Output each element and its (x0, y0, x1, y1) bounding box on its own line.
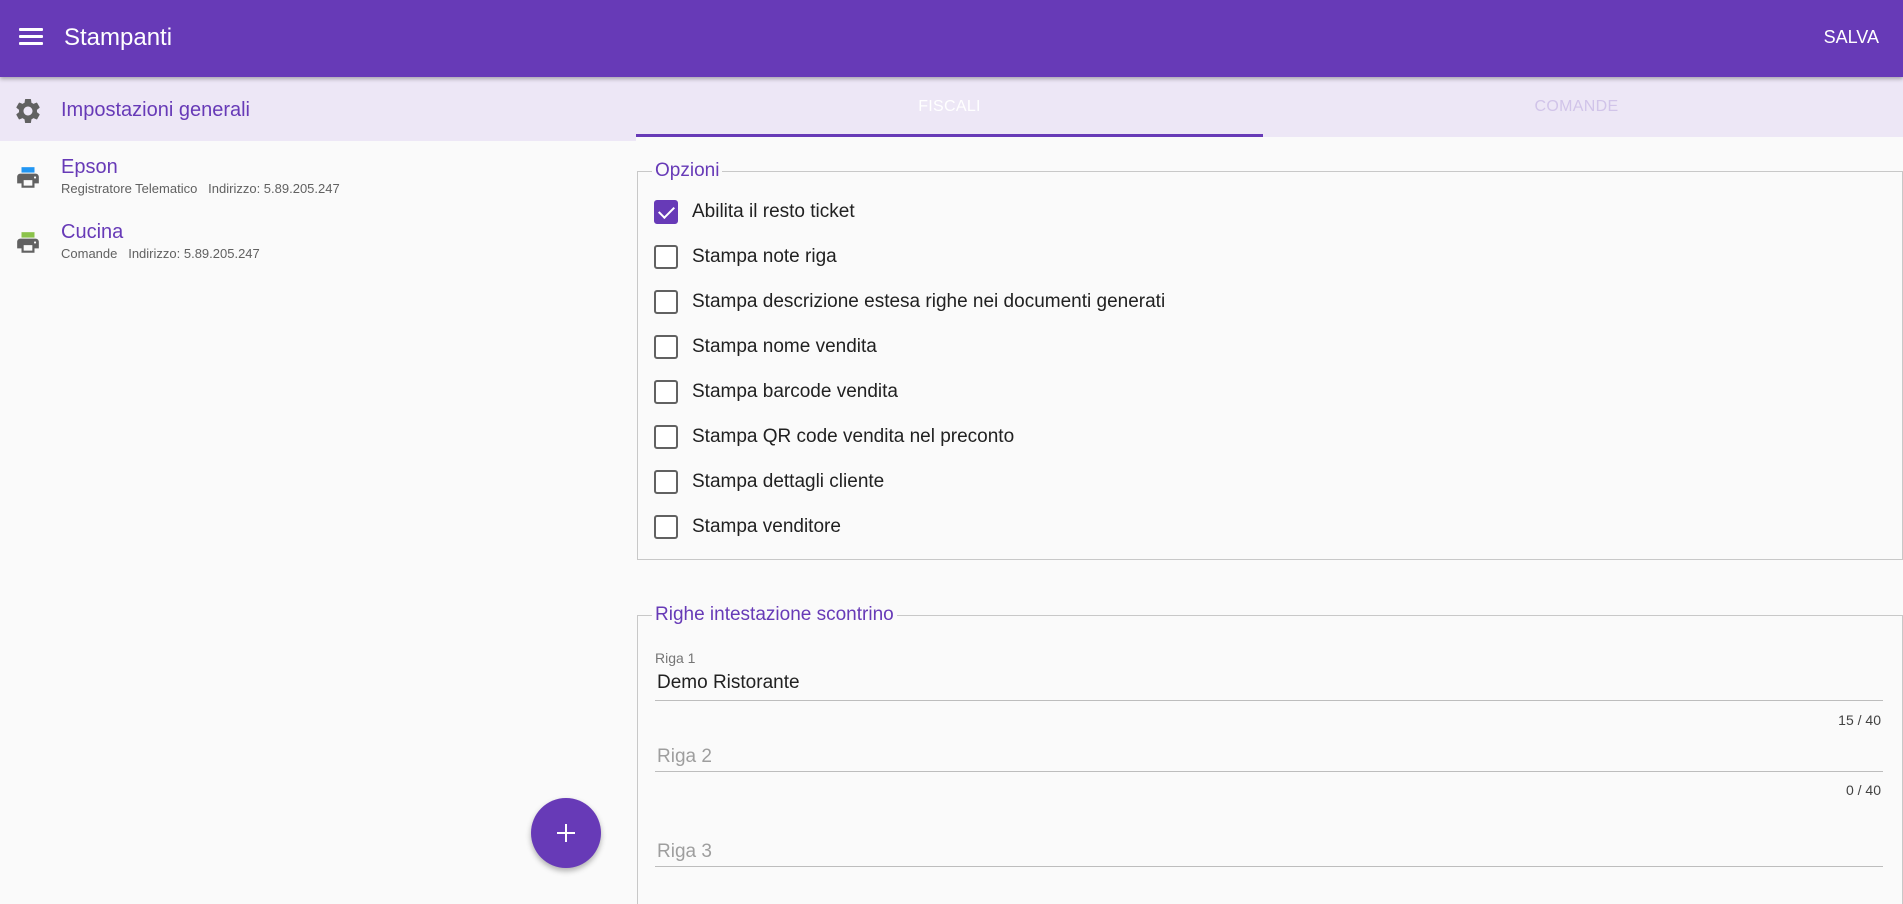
header-lines-group: Righe intestazione scontrino Riga 1 Demo… (637, 604, 1903, 904)
header-line-1-input[interactable]: Demo Ristorante (657, 672, 1877, 694)
checkbox-unchecked[interactable] (654, 290, 678, 314)
header-line-3-input[interactable]: Riga 3 (657, 841, 712, 863)
option-label: Stampa dettagli cliente (692, 471, 885, 492)
option-checkbox-row[interactable]: Stampa venditore (654, 507, 1754, 547)
options-legend: Opzioni (655, 160, 720, 181)
checkbox-unchecked[interactable] (654, 245, 678, 269)
header-line-1-field: Riga 1 Demo Ristorante 15 / 40 (655, 650, 1883, 730)
tab-indicator (636, 134, 1263, 137)
option-label: Stampa venditore (692, 516, 841, 537)
checkbox-unchecked[interactable] (654, 425, 678, 449)
checkbox-unchecked[interactable] (654, 515, 678, 539)
checkbox-unchecked[interactable] (654, 470, 678, 494)
checkbox-checked[interactable] (654, 200, 678, 224)
printer-icon (17, 167, 39, 188)
header-line-3-field: Riga 3 (655, 841, 1883, 901)
printer-details: Comande Indirizzo: 5.89.205.247 (61, 246, 260, 262)
sidebar-item-general-settings[interactable]: Impostazioni generali (0, 77, 636, 141)
printer-item-cucina[interactable]: Cucina Comande Indirizzo: 5.89.205.247 (0, 212, 636, 274)
printer-details: Registratore Telematico Indirizzo: 5.89.… (61, 181, 340, 197)
option-label: Stampa nome vendita (692, 336, 877, 357)
printer-item-epson[interactable]: Epson Registratore Telematico Indirizzo:… (0, 147, 636, 209)
char-counter: 0 / 40 (1845, 782, 1881, 798)
printer-address: Indirizzo: 5.89.205.247 (208, 181, 340, 196)
gear-icon (16, 99, 40, 123)
option-checkbox-row[interactable]: Stampa descrizione estesa righe nei docu… (654, 282, 1754, 322)
header-line-2-input[interactable]: Riga 2 (657, 746, 712, 768)
option-label: Stampa barcode vendita (692, 381, 898, 402)
printer-address: Indirizzo: 5.89.205.247 (128, 246, 260, 261)
option-checkbox-row[interactable]: Stampa barcode vendita (654, 372, 1754, 412)
header-lines-legend: Righe intestazione scontrino (655, 604, 894, 625)
option-checkbox-row[interactable]: Stampa dettagli cliente (654, 462, 1754, 502)
printer-name: Cucina (61, 221, 124, 243)
sidebar: Impostazioni generali Epson Registratore… (0, 77, 636, 885)
option-checkbox-row[interactable]: Stampa nome vendita (654, 327, 1754, 367)
field-underline (655, 771, 1883, 772)
tab-bar: FISCALI COMANDE (636, 77, 1903, 137)
option-label: Stampa descrizione estesa righe nei docu… (692, 291, 1166, 312)
option-checkbox-row[interactable]: Stampa QR code vendita nel preconto (654, 417, 1754, 457)
printer-icon (17, 232, 39, 253)
checkbox-unchecked[interactable] (654, 380, 678, 404)
header-line-2-field: Riga 2 0 / 40 (655, 746, 1883, 826)
option-label: Abilita il resto ticket (692, 201, 855, 222)
printer-type: Registratore Telematico (61, 181, 198, 196)
option-label: Stampa QR code vendita nel preconto (692, 426, 1015, 447)
app-bar: Stampanti SALVA (0, 0, 1903, 77)
printer-type: Comande (61, 246, 118, 261)
add-printer-button[interactable] (531, 798, 601, 868)
printer-name: Epson (61, 156, 118, 178)
field-label: Riga 1 (655, 650, 696, 666)
checkbox-unchecked[interactable] (654, 335, 678, 359)
char-counter: 15 / 40 (1838, 712, 1881, 728)
main-panel: FISCALI COMANDE Opzioni Abilita il resto… (636, 77, 1903, 904)
option-checkbox-row[interactable]: Stampa note riga (654, 237, 1754, 277)
save-button[interactable]: SALVA (1824, 24, 1879, 50)
option-checkbox-row[interactable]: Abilita il resto ticket (654, 192, 1754, 232)
field-underline (655, 700, 1883, 701)
sidebar-item-label: Impostazioni generali (61, 99, 250, 121)
menu-icon[interactable] (16, 26, 46, 52)
tab-comande[interactable]: COMANDE (1263, 77, 1890, 137)
tab-fiscali[interactable]: FISCALI (636, 77, 1263, 137)
option-label: Stampa note riga (692, 246, 837, 267)
page-title: Stampanti (64, 24, 173, 51)
options-group: Opzioni Abilita il resto ticket Stampa no… (637, 160, 1903, 560)
field-underline (655, 866, 1883, 867)
